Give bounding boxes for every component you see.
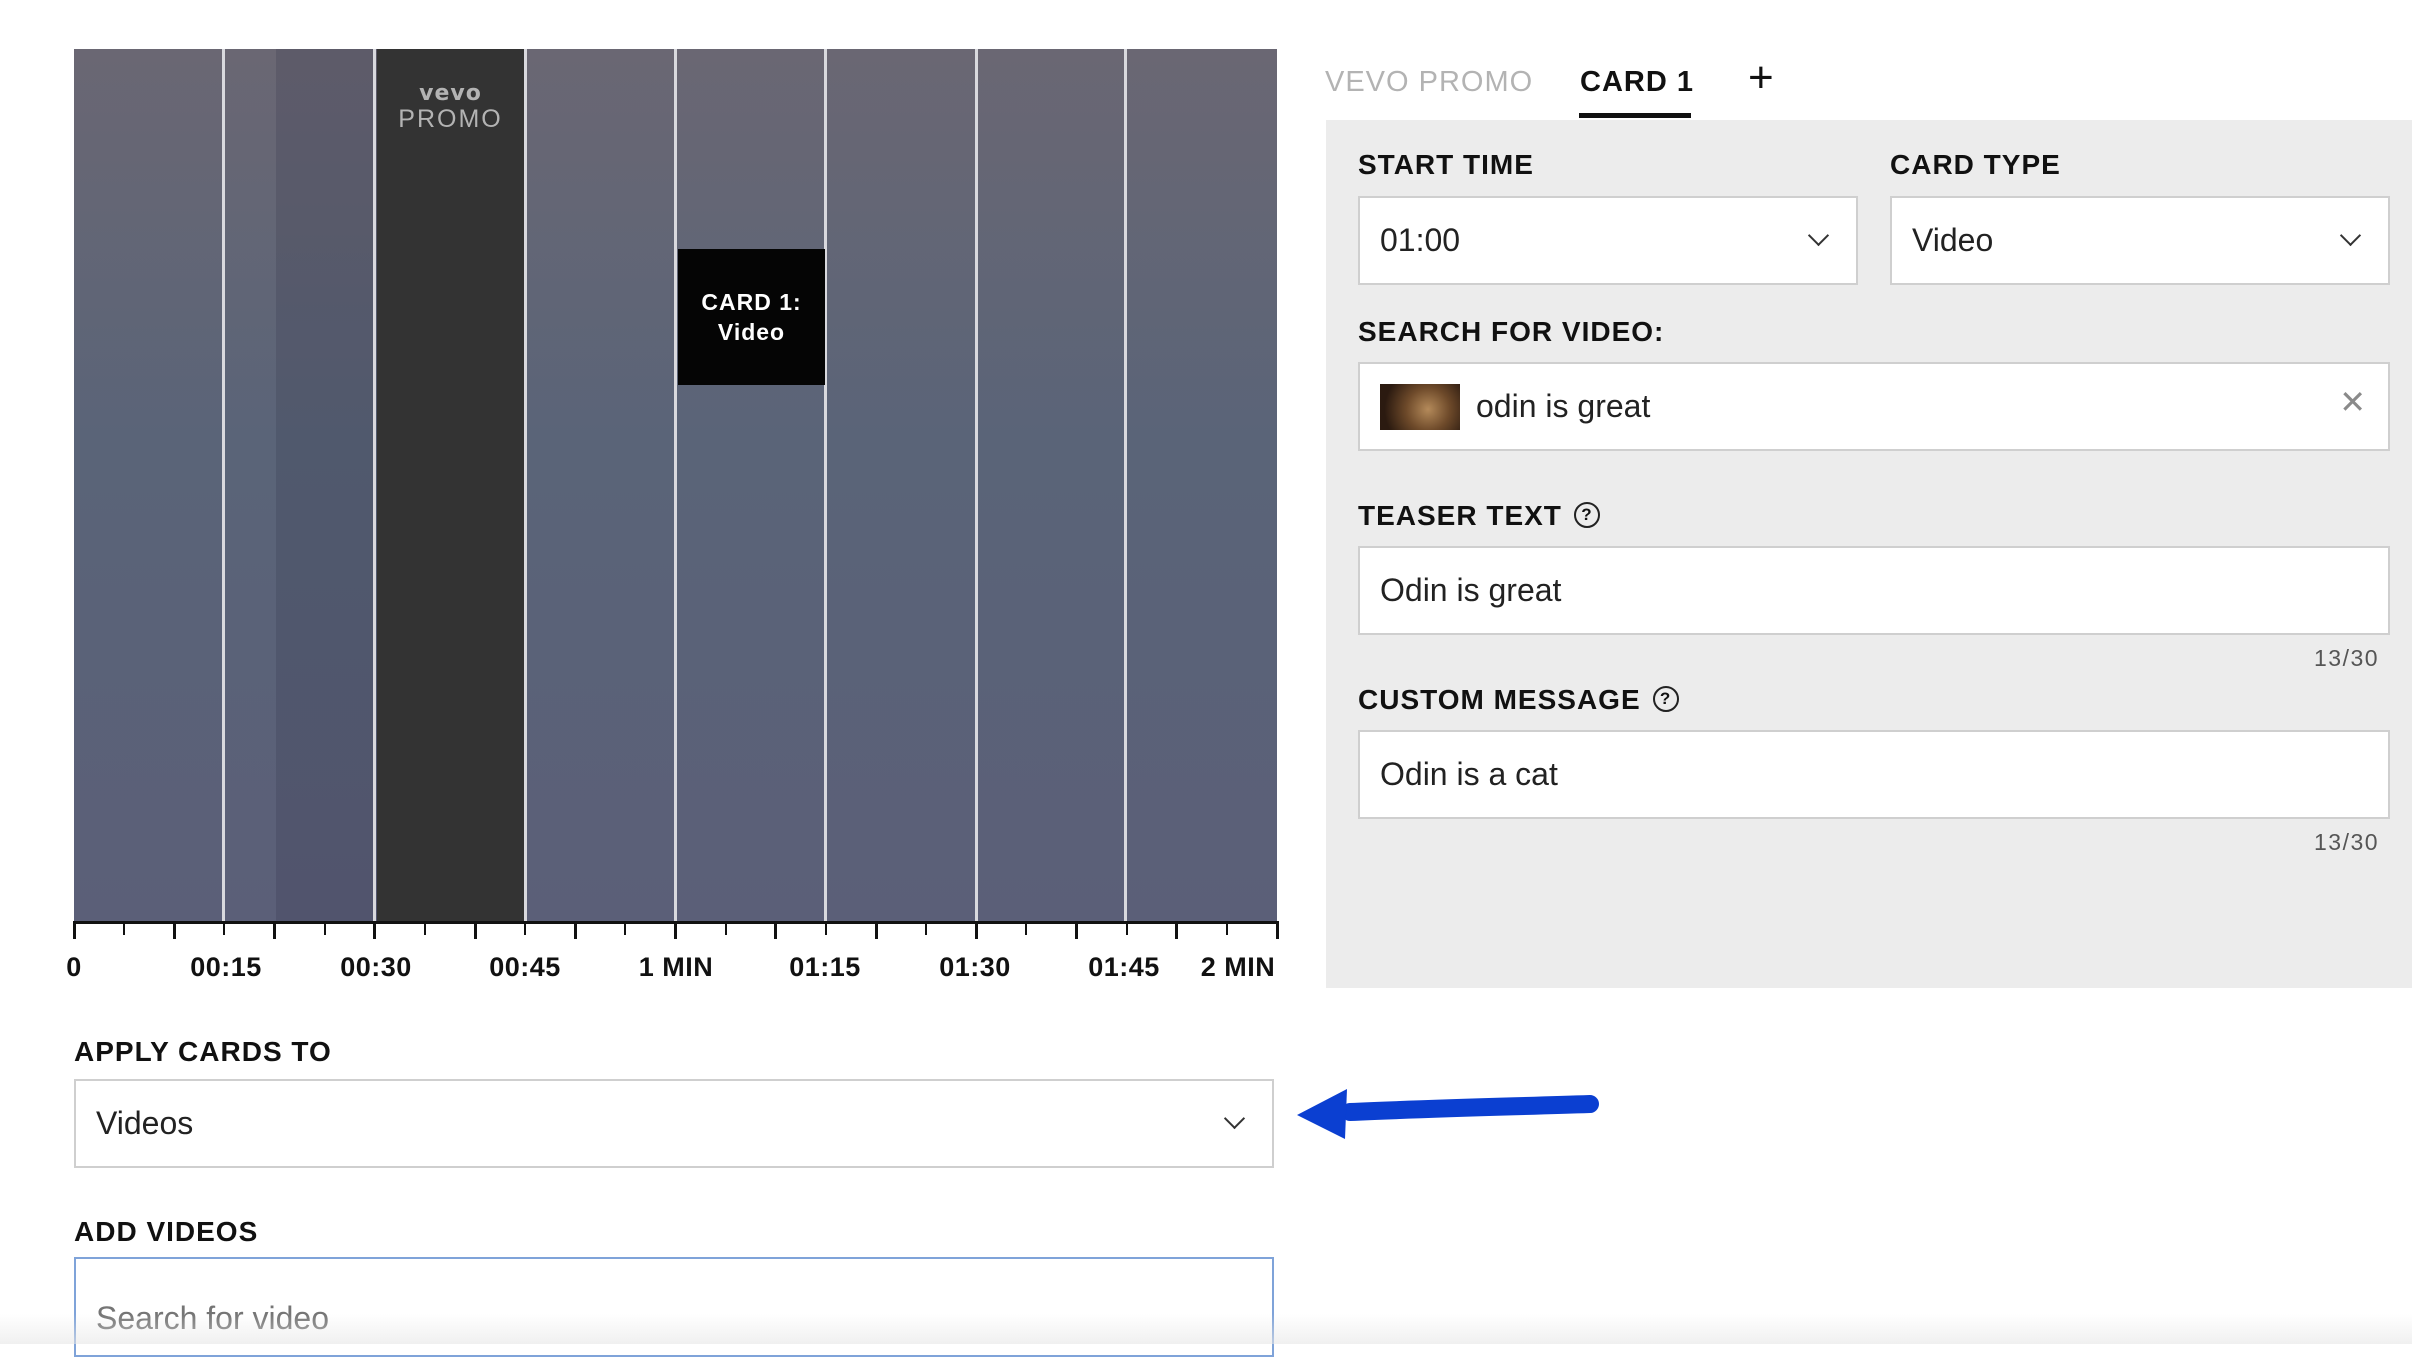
card-marker-type: Video — [717, 319, 786, 345]
timeline-gridline — [524, 49, 527, 923]
clear-icon[interactable]: ✕ — [2339, 386, 2366, 418]
teaser-text-counter: 13/30 — [2314, 645, 2380, 671]
search-video-label: SEARCH FOR VIDEO: — [1358, 316, 1665, 347]
tick-label: 01:15 — [789, 952, 861, 982]
minor-tick — [724, 921, 727, 935]
major-tick — [674, 921, 677, 939]
card-1-marker[interactable]: CARD 1: Video — [678, 249, 825, 385]
vevo-promo-logo: vevo PROMO — [377, 83, 524, 132]
start-time-label: START TIME — [1358, 149, 1534, 180]
minor-tick — [1125, 921, 1128, 935]
start-time-value: 01:00 — [1380, 222, 1461, 258]
help-icon[interactable]: ? — [1652, 685, 1679, 712]
tick-label: 01:30 — [939, 952, 1011, 982]
timeline-gridline — [975, 49, 978, 923]
teaser-text-value: Odin is great — [1380, 572, 1562, 608]
timeline-gridline — [222, 49, 225, 923]
major-tick — [273, 921, 276, 939]
timeline-gridline — [674, 49, 677, 923]
apply-cards-label: APPLY CARDS TO — [74, 1036, 332, 1067]
custom-message-value: Odin is a cat — [1380, 756, 1558, 792]
minor-tick — [1225, 921, 1228, 935]
chevron-down-icon — [1223, 1107, 1246, 1130]
chevron-down-icon — [2339, 224, 2362, 247]
chevron-down-icon — [1807, 224, 1830, 247]
timeline-gridline — [373, 49, 376, 923]
teaser-text-label-text: TEASER TEXT — [1358, 500, 1562, 531]
teaser-text-label: TEASER TEXT? — [1358, 500, 1600, 532]
tick-label: 2 MIN — [1200, 952, 1276, 982]
major-tick — [1175, 921, 1179, 939]
tick-label: 00:45 — [489, 952, 561, 982]
active-tab-indicator — [1579, 113, 1691, 118]
tick-label: 00:30 — [340, 952, 412, 982]
card-type-label: CARD TYPE — [1890, 149, 2061, 180]
teaser-text-input[interactable]: Odin is great — [1358, 546, 2390, 635]
major-tick — [373, 921, 377, 939]
minor-tick — [223, 921, 226, 935]
add-card-icon[interactable]: + — [1748, 56, 1774, 100]
start-time-select[interactable]: 01:00 — [1358, 196, 1858, 285]
search-video-field[interactable]: odin is great ✕ — [1358, 362, 2390, 451]
minor-tick — [624, 921, 627, 935]
tab-vevo-promo[interactable]: VEVO PROMO — [1325, 66, 1533, 99]
tick-label: 1 MIN — [638, 952, 714, 982]
apply-cards-value: Videos — [96, 1105, 194, 1141]
minor-tick — [1025, 921, 1028, 935]
major-tick — [774, 921, 778, 939]
help-icon[interactable]: ? — [1573, 501, 1600, 528]
card-marker-title: CARD 1: — [701, 289, 802, 315]
tab-card-1[interactable]: CARD 1 — [1580, 66, 1694, 99]
minor-tick — [123, 921, 126, 935]
vevo-promo-segment[interactable]: vevo PROMO — [377, 49, 524, 923]
timeline-preview[interactable]: vevo PROMO CARD 1: Video — [74, 49, 1277, 923]
annotation-arrow-icon — [1297, 1089, 1599, 1139]
timeline-shade — [276, 49, 377, 923]
minor-tick — [323, 921, 326, 935]
custom-message-label: CUSTOM MESSAGE? — [1358, 684, 1679, 716]
tick-label: 00:15 — [190, 952, 262, 982]
minor-tick — [423, 921, 426, 935]
tick-label: 0 — [66, 952, 82, 982]
apply-cards-select[interactable]: Videos — [74, 1079, 1274, 1168]
custom-message-input[interactable]: Odin is a cat — [1358, 730, 2390, 819]
minor-tick — [925, 921, 928, 935]
add-videos-search-input[interactable] — [74, 1257, 1274, 1357]
promo-label: PROMO — [398, 105, 503, 133]
video-thumbnail — [1380, 383, 1460, 430]
major-tick — [1075, 921, 1078, 939]
major-tick — [573, 921, 577, 939]
major-tick — [874, 921, 878, 939]
search-video-value: odin is great — [1476, 388, 1651, 424]
timeline-gridline — [824, 49, 827, 923]
major-tick — [72, 921, 76, 939]
card-type-select[interactable]: Video — [1890, 196, 2390, 285]
major-tick — [172, 921, 176, 939]
custom-message-counter: 13/30 — [2314, 829, 2380, 855]
custom-message-label-text: CUSTOM MESSAGE — [1358, 684, 1641, 715]
major-tick — [1275, 921, 1279, 939]
vevo-logo-text: vevo — [419, 81, 482, 106]
card-type-value: Video — [1912, 222, 1994, 258]
add-videos-label: ADD VIDEOS — [74, 1216, 259, 1247]
tick-label: 01:45 — [1088, 952, 1160, 982]
major-tick — [473, 921, 477, 939]
minor-tick — [824, 921, 827, 935]
minor-tick — [524, 921, 527, 935]
major-tick — [974, 921, 978, 939]
timeline-gridline — [1124, 49, 1127, 923]
